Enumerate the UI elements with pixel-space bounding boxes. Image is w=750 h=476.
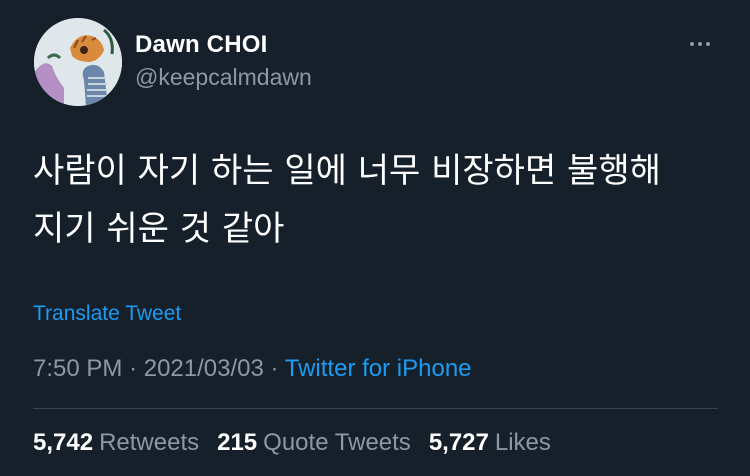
translate-tweet-link[interactable]: Translate Tweet	[33, 302, 181, 326]
more-horizontal-icon	[690, 42, 694, 46]
retweets-count: 5,742	[33, 429, 94, 456]
author-handle[interactable]: @keepcalmdawn	[135, 64, 312, 91]
likes-stat[interactable]: 5,727 Likes	[429, 429, 551, 457]
tweet-source-link[interactable]: Twitter for iPhone	[285, 355, 472, 382]
author-name[interactable]: Dawn CHOI	[135, 31, 267, 59]
avatar-image	[34, 18, 122, 106]
tweet-text: 사람이 자기 하는 일에 너무 비장하면 불행해 지기 쉬운 것 같아	[33, 151, 661, 249]
meta-separator: ·	[129, 355, 138, 382]
retweets-label: Retweets	[99, 429, 200, 456]
quote-tweets-count: 215	[217, 429, 258, 456]
avatar[interactable]	[34, 18, 122, 106]
more-horizontal-icon	[698, 42, 702, 46]
quote-tweets-stat[interactable]: 215 Quote Tweets	[217, 429, 411, 457]
tweet-stats: 5,742 Retweets 215 Quote Tweets 5,727 Likes	[33, 429, 551, 457]
tweet-card: Dawn CHOI @keepcalmdawn 사람이 자기 하는 일에 너무 …	[0, 0, 750, 476]
divider	[33, 408, 718, 409]
tweet-date[interactable]: 2021/03/03	[144, 355, 264, 382]
more-horizontal-icon	[706, 42, 710, 46]
meta-separator: ·	[270, 355, 279, 382]
retweets-stat[interactable]: 5,742 Retweets	[33, 429, 199, 457]
quote-tweets-label: Quote Tweets	[263, 429, 411, 456]
tweet-meta: 7:50 PM · 2021/03/03 · Twitter for iPhon…	[33, 355, 472, 383]
tweet-time[interactable]: 7:50 PM	[33, 355, 122, 382]
more-options-button[interactable]	[680, 32, 720, 56]
likes-count: 5,727	[428, 429, 489, 456]
likes-label: Likes	[494, 429, 551, 456]
